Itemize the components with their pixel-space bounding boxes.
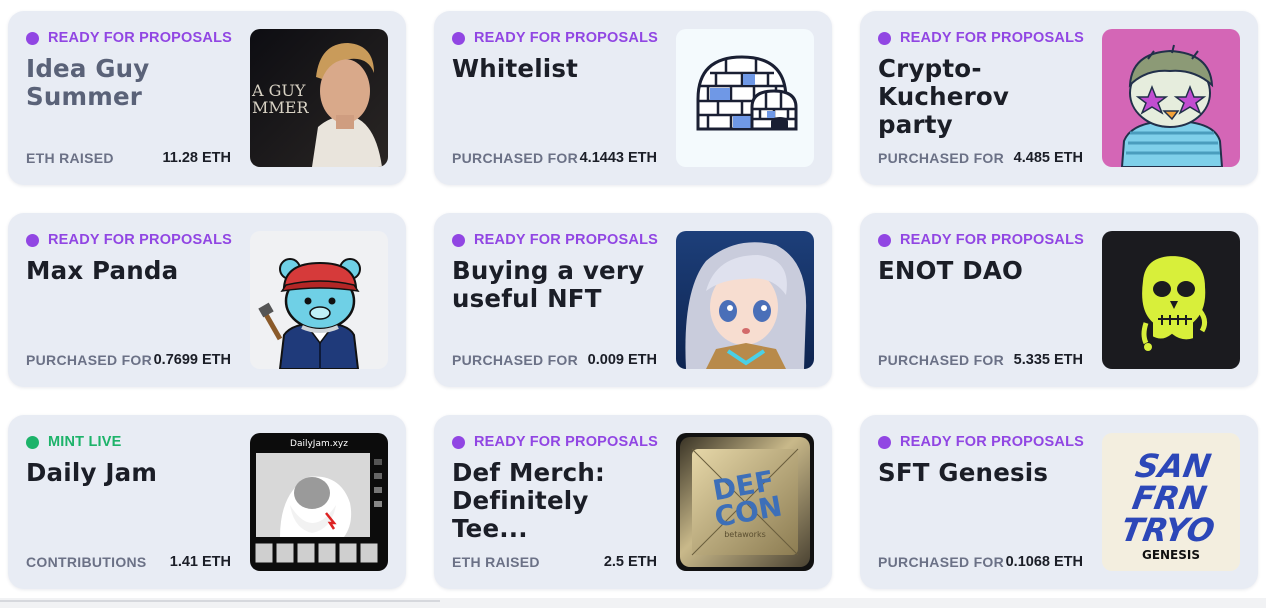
defcon-nft: DEF CON betaworks: [676, 433, 814, 571]
card-title: Def Merch: Definitely Tee...: [452, 458, 605, 543]
blue-bear-nft: [250, 231, 388, 369]
metric-label: ETH RAISED: [26, 150, 114, 166]
svg-text:TRYO: TRYO: [1118, 511, 1217, 549]
metric-value: 0.1068 ETH: [1005, 554, 1083, 570]
genesis-label: GENESIS: [1142, 548, 1200, 562]
card-buying-useful-nft[interactable]: READY FOR PROPOSALS Buying a very useful…: [434, 213, 832, 387]
status-label: READY FOR PROPOSALS: [48, 30, 233, 46]
metric-label: PURCHASED FOR: [26, 352, 153, 368]
metric-value: 4.1443 ETH: [579, 150, 657, 166]
ape-skull-nft: [1102, 231, 1240, 369]
status-label: READY FOR PROPOSALS: [474, 30, 659, 46]
status-badge: READY FOR PROPOSALS: [878, 434, 1084, 450]
status-dot-icon: [26, 233, 39, 247]
metric-value: 11.28 ETH: [162, 150, 231, 166]
status-badge: READY FOR PROPOSALS: [452, 232, 658, 248]
metric-label: CONTRIBUTIONS: [26, 554, 147, 570]
card-def-merch[interactable]: READY FOR PROPOSALS Def Merch: Definitel…: [434, 415, 832, 589]
status-label: READY FOR PROPOSALS: [48, 232, 233, 248]
card-title: Buying a very useful NFT: [452, 256, 645, 313]
scroll-indicator: [0, 600, 440, 602]
card-max-panda[interactable]: READY FOR PROPOSALS Max Panda PURCHASED …: [8, 213, 406, 387]
metric-label: PURCHASED FOR: [452, 150, 579, 166]
status-dot-icon: [452, 233, 465, 247]
status-badge: READY FOR PROPOSALS: [452, 434, 658, 450]
status-dot-icon: [878, 31, 891, 45]
card-title: ENOT DAO: [878, 256, 1024, 285]
status-label: MINT LIVE: [48, 434, 122, 450]
status-dot-icon: [878, 435, 891, 449]
card-title: Max Panda: [26, 256, 179, 285]
card-title: Daily Jam: [26, 458, 158, 487]
daily-jam-caption: DailyJam.xyz: [290, 439, 348, 449]
status-dot-icon: [452, 435, 465, 449]
sf-genesis-nft: SAN FRN TRYO GENESIS: [1102, 433, 1240, 571]
status-dot-icon: [26, 31, 39, 45]
proposal-grid: READY FOR PROPOSALS Idea Guy Summer ETH …: [8, 11, 1258, 589]
metric-value: 4.485 ETH: [1013, 150, 1083, 166]
status-badge: READY FOR PROPOSALS: [878, 30, 1084, 46]
status-badge: READY FOR PROPOSALS: [878, 232, 1084, 248]
card-daily-jam[interactable]: MINT LIVE Daily Jam CONTRIBUTIONS 1.41 E…: [8, 415, 406, 589]
status-label: READY FOR PROPOSALS: [474, 434, 659, 450]
card-idea-guy-summer[interactable]: READY FOR PROPOSALS Idea Guy Summer ETH …: [8, 11, 406, 185]
status-dot-icon: [26, 435, 39, 449]
status-label: READY FOR PROPOSALS: [900, 30, 1085, 46]
metric-label: PURCHASED FOR: [878, 150, 1005, 166]
idea-guy-summer-photo: A GUY MMER: [250, 29, 388, 167]
metric-value: 5.335 ETH: [1013, 352, 1083, 368]
metric-label: PURCHASED FOR: [452, 352, 579, 368]
daily-jam-screenshot: DailyJam.xyz: [250, 433, 388, 571]
card-title: Crypto- Kucherov party: [878, 54, 1010, 139]
status-dot-icon: [452, 31, 465, 45]
card-title: Idea Guy Summer: [26, 54, 150, 111]
metric-value: 1.41 ETH: [169, 554, 231, 570]
status-label: READY FOR PROPOSALS: [474, 232, 659, 248]
status-badge: MINT LIVE: [26, 434, 122, 450]
metric-label: PURCHASED FOR: [878, 352, 1005, 368]
status-label: READY FOR PROPOSALS: [900, 232, 1085, 248]
metric-value: 0.009 ETH: [587, 352, 657, 368]
penguin-nft: [1102, 29, 1240, 167]
igloo-icon: [676, 29, 814, 167]
card-title: Whitelist: [452, 54, 579, 83]
card-sft-genesis[interactable]: READY FOR PROPOSALS SFT Genesis PURCHASE…: [860, 415, 1258, 589]
status-badge: READY FOR PROPOSALS: [452, 30, 658, 46]
status-dot-icon: [878, 233, 891, 247]
svg-text:MMER: MMER: [252, 98, 309, 117]
betaworks-label: betaworks: [724, 530, 766, 539]
metric-value: 0.7699 ETH: [153, 352, 231, 368]
anime-girl-nft: [676, 231, 814, 369]
card-title: SFT Genesis: [878, 458, 1049, 487]
status-label: READY FOR PROPOSALS: [900, 434, 1085, 450]
card-enot-dao[interactable]: READY FOR PROPOSALS ENOT DAO PURCHASED F…: [860, 213, 1258, 387]
metric-label: ETH RAISED: [452, 554, 540, 570]
card-crypto-kucherov-party[interactable]: READY FOR PROPOSALS Crypto- Kucherov par…: [860, 11, 1258, 185]
metric-value: 2.5 ETH: [603, 554, 657, 570]
card-whitelist[interactable]: READY FOR PROPOSALS Whitelist PURCHASED …: [434, 11, 832, 185]
metric-label: PURCHASED FOR: [878, 554, 1005, 570]
status-badge: READY FOR PROPOSALS: [26, 232, 232, 248]
status-badge: READY FOR PROPOSALS: [26, 30, 232, 46]
